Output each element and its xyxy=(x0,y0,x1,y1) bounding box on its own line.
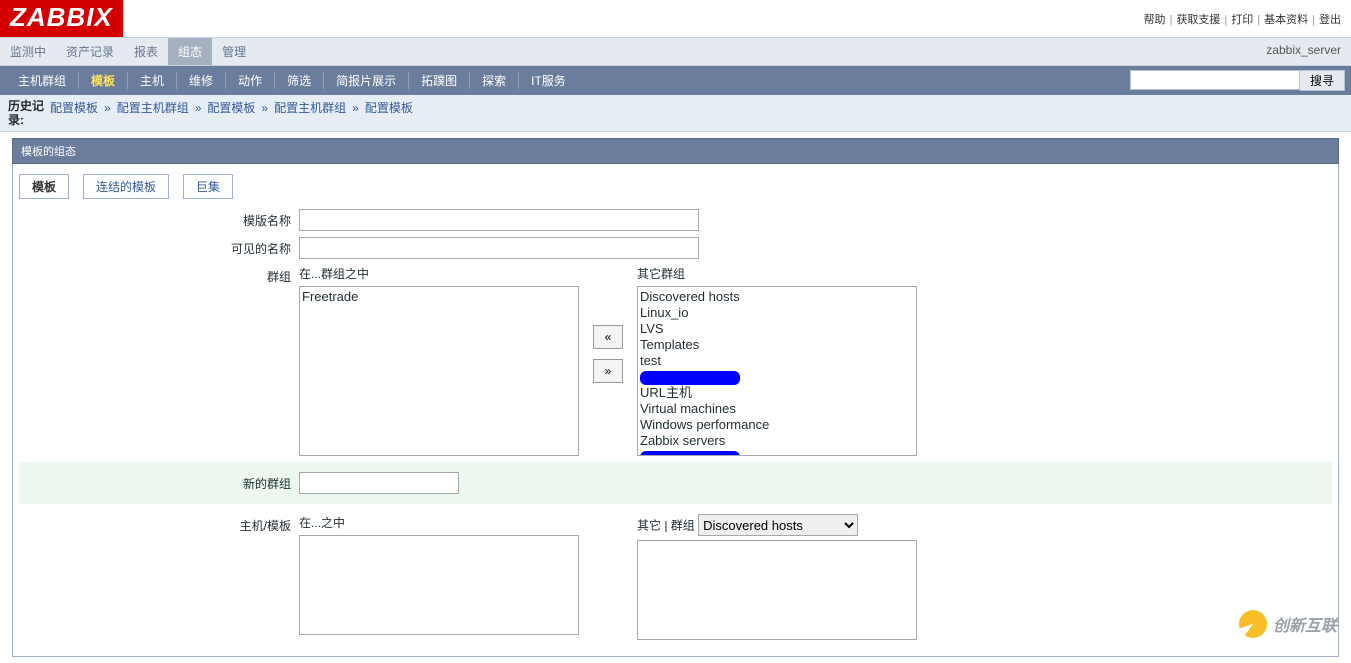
in-group-label: 在...群组之中 xyxy=(299,265,579,282)
top-link[interactable]: 基本资料 xyxy=(1264,14,1308,26)
template-name-label: 模版名称 xyxy=(19,209,299,229)
other-groups-label: 其它群组 xyxy=(637,265,917,282)
watermark-icon xyxy=(1239,610,1267,638)
history-link[interactable]: 配置主机群组 xyxy=(274,99,346,116)
move-left-button[interactable]: « xyxy=(593,325,623,349)
host-template-label: 主机/模板 xyxy=(19,514,299,534)
in-group-listbox[interactable]: Freetrade xyxy=(299,286,579,456)
list-item[interactable]: test xyxy=(640,353,914,369)
sub-nav-item[interactable]: 筛选 xyxy=(275,72,324,89)
main-tab[interactable]: 组态 xyxy=(168,38,212,65)
list-item[interactable]: Templates xyxy=(640,337,914,353)
groups-label: 群组 xyxy=(19,265,299,285)
sub-nav-item[interactable]: 主机 xyxy=(128,72,177,89)
inner-tab[interactable]: 模板 xyxy=(19,174,69,199)
main-tab[interactable]: 资产记录 xyxy=(56,38,124,65)
main-tab[interactable]: 监测中 xyxy=(0,38,56,65)
new-group-label: 新的群组 xyxy=(19,475,299,492)
sub-nav-item[interactable]: 主机群组 xyxy=(6,72,79,89)
template-name-input[interactable] xyxy=(299,209,699,231)
list-item[interactable]: Zabbix servers xyxy=(640,433,914,449)
main-tabs: 监测中资产记录报表组态管理 xyxy=(0,38,1256,65)
main-tab[interactable]: 报表 xyxy=(124,38,168,65)
logo: ZABBIX xyxy=(0,0,123,37)
history-link[interactable]: 配置模板 xyxy=(365,99,413,116)
other-groups-listbox[interactable]: Discovered hostsLinux_ioLVSTemplatestest… xyxy=(637,286,917,456)
host-in-listbox[interactable] xyxy=(299,535,579,635)
other-group-label: 其它 | 群组 xyxy=(637,519,695,533)
top-link[interactable]: 打印 xyxy=(1231,14,1253,26)
panel-title: 模板的组态 xyxy=(12,138,1339,164)
list-item[interactable] xyxy=(640,369,914,385)
new-group-input[interactable] xyxy=(299,472,459,494)
sub-nav-item[interactable]: 模板 xyxy=(79,72,128,89)
inner-tab[interactable]: 连结的模板 xyxy=(83,174,169,199)
inner-tab[interactable]: 巨集 xyxy=(183,174,233,199)
search-button[interactable]: 搜寻 xyxy=(1300,70,1345,91)
list-item[interactable]: Windows performance xyxy=(640,417,914,433)
top-link[interactable]: 登出 xyxy=(1319,14,1341,26)
top-link[interactable]: 获取支援 xyxy=(1176,14,1220,26)
top-links: 帮助|获取支援|打印|基本资料|登出 xyxy=(1144,11,1351,27)
list-item[interactable]: Linux_io xyxy=(640,305,914,321)
move-right-button[interactable]: » xyxy=(593,359,623,383)
top-link[interactable]: 帮助 xyxy=(1144,14,1166,26)
host-group-select[interactable]: Discovered hosts xyxy=(698,514,858,536)
server-label: zabbix_server xyxy=(1256,38,1351,62)
host-other-listbox[interactable] xyxy=(637,540,917,640)
history-link[interactable]: 配置模板 xyxy=(207,99,255,116)
inner-tabs: 模板连结的模板巨集 xyxy=(19,174,1332,199)
list-item[interactable]: Virtual machines xyxy=(640,401,914,417)
list-item[interactable]: Freetrade xyxy=(302,289,576,305)
visible-name-label: 可见的名称 xyxy=(19,237,299,257)
watermark: 创新互联 xyxy=(1239,610,1337,638)
list-item[interactable]: URL主机 xyxy=(640,385,914,401)
visible-name-input[interactable] xyxy=(299,237,699,259)
main-tab[interactable]: 管理 xyxy=(212,38,256,65)
sub-nav-item[interactable]: 维修 xyxy=(177,72,226,89)
list-item[interactable]: LVS xyxy=(640,321,914,337)
search-input[interactable] xyxy=(1130,70,1300,90)
in-label: 在...之中 xyxy=(299,514,579,531)
sub-nav-item[interactable]: 探索 xyxy=(470,72,519,89)
history-trail: 配置模板»配置主机群组»配置模板»配置主机群组»配置模板 xyxy=(50,99,413,116)
list-item[interactable]: Discovered hosts xyxy=(640,289,914,305)
sub-nav-item[interactable]: 拓蹼图 xyxy=(409,72,470,89)
sub-nav-item[interactable]: IT服务 xyxy=(519,72,578,89)
history-link[interactable]: 配置主机群组 xyxy=(117,99,189,116)
sub-nav-item[interactable]: 动作 xyxy=(226,72,275,89)
history-label: 历史记录: xyxy=(8,99,50,127)
history-link[interactable]: 配置模板 xyxy=(50,99,98,116)
list-item[interactable] xyxy=(640,449,914,456)
sub-nav-item[interactable]: 简报片展示 xyxy=(324,72,409,89)
sub-nav: 主机群组模板主机维修动作筛选简报片展示拓蹼图探索IT服务 xyxy=(6,72,1130,89)
